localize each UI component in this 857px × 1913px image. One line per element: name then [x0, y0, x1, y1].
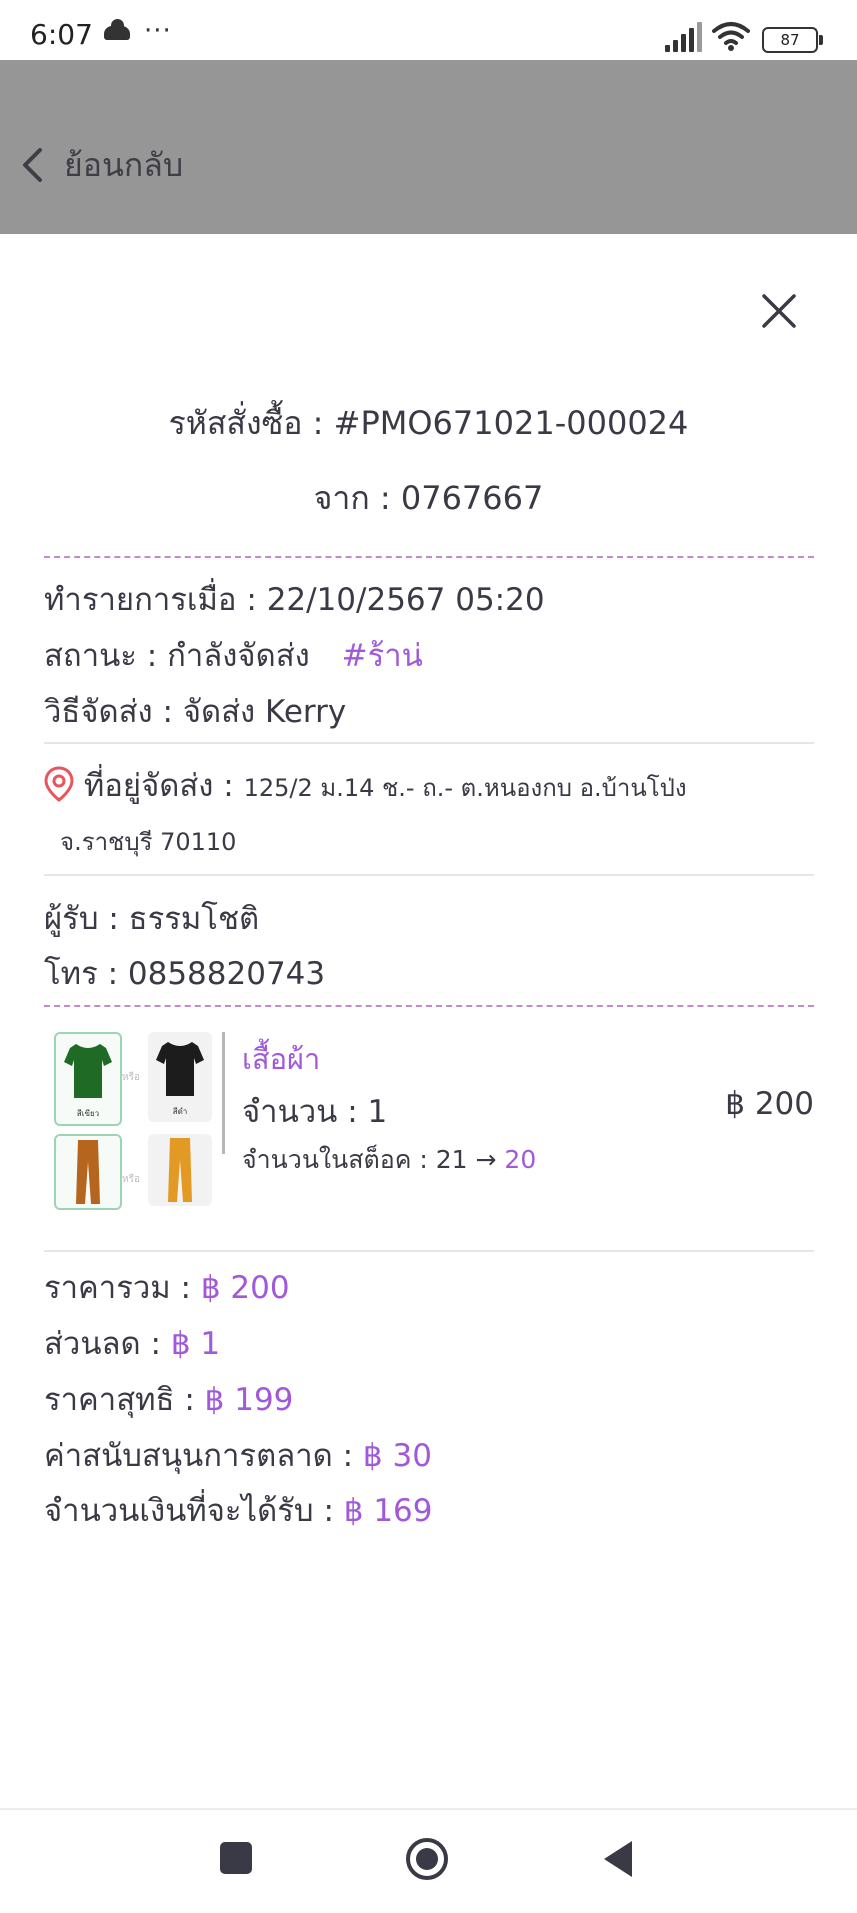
or-text: หรือ	[122, 1174, 140, 1185]
address-label: ที่อยู่จัดส่ง :	[83, 768, 234, 804]
more-dots: ···	[144, 16, 172, 46]
divider	[44, 556, 814, 558]
divider	[44, 742, 814, 744]
total-label: ราคารวม :	[44, 1270, 191, 1306]
order-status: สถานะ : กำลังจัดส่ง #ร้าน่	[44, 630, 423, 680]
recipient: ผู้รับ : ธรรมโชติ	[44, 901, 260, 937]
location-pin-icon	[44, 766, 74, 802]
order-from: จาก : 0767667	[313, 479, 544, 517]
back-chevron-icon	[23, 148, 42, 182]
item-stock: จำนวนในสต็อค : 21 → 20	[242, 1140, 536, 1180]
status-tag: #ร้าน่	[341, 638, 423, 674]
signal-icon	[665, 20, 703, 52]
discount-label: ส่วนลด :	[44, 1326, 161, 1362]
order-code: รหัสสั่งซื้อ : #PMO671021-000024	[168, 404, 689, 442]
recipient-phone: โทร : 0858820743	[44, 956, 326, 992]
stock-label: จำนวนในสต็อค : 21 →	[242, 1145, 497, 1174]
divider	[44, 874, 814, 876]
product-thumb-orange-pants[interactable]	[148, 1134, 212, 1206]
order-datetime: ทำรายการเมื่อ : 22/10/2567 05:20	[44, 582, 545, 618]
item-quantity: จำนวน : 1	[242, 1094, 388, 1130]
product-thumb-green-shirt[interactable]: สีเขียว	[54, 1032, 122, 1126]
receive-value: ฿ 169	[343, 1493, 433, 1529]
product-thumb-black-shirt[interactable]: สีดำ	[148, 1032, 212, 1122]
receive-label: จำนวนเงินที่จะได้รับ :	[44, 1493, 334, 1529]
nav-back-icon[interactable]	[600, 1838, 636, 1880]
marketing-label: ค่าสนับสนุนการตลาด :	[44, 1438, 354, 1474]
thumb-caption: สีเขียว	[76, 1109, 100, 1118]
status-text: สถานะ : กำลังจัดส่ง	[44, 638, 310, 674]
status-time: 6:07	[30, 18, 93, 51]
net-label: ราคาสุทธิ :	[44, 1382, 195, 1418]
divider	[44, 1250, 814, 1252]
summary-receive: จำนวนเงินที่จะได้รับ : ฿ 169	[44, 1485, 433, 1535]
nav-square-icon[interactable]	[218, 1840, 254, 1876]
shipping-address: ที่อยู่จัดส่ง : 125/2 ม.14 ช.- ถ.- ต.หนอ…	[44, 760, 687, 810]
marketing-value: ฿ 30	[362, 1438, 432, 1474]
divider	[44, 1005, 814, 1007]
product-thumb-brown-pants[interactable]	[54, 1134, 122, 1210]
stock-new-value: 20	[504, 1145, 537, 1174]
summary-marketing: ค่าสนับสนุนการตลาด : ฿ 30	[44, 1430, 432, 1480]
discount-value: ฿ 1	[170, 1326, 221, 1362]
close-icon[interactable]	[758, 290, 800, 332]
battery-icon: 87	[762, 27, 823, 53]
summary-total: ราคารวม : ฿ 200	[44, 1262, 290, 1312]
back-label: ย้อนกลับ	[64, 145, 184, 184]
item-price: ฿ 200	[725, 1086, 814, 1122]
net-value: ฿ 199	[204, 1382, 294, 1418]
address-part2: จ.ราชบุรี 70110	[60, 828, 237, 856]
thumb-caption: สีดำ	[172, 1107, 188, 1116]
wifi-icon	[712, 22, 750, 51]
cloud-icon	[104, 19, 130, 40]
total-value: ฿ 200	[200, 1270, 290, 1306]
status-bar: 6:07 ··· 87	[0, 0, 857, 60]
or-text: หรือ	[122, 1072, 140, 1083]
summary-net: ราคาสุทธิ : ฿ 199	[44, 1374, 293, 1424]
shipping-method: วิธีจัดส่ง : จัดส่ง Kerry	[44, 694, 347, 730]
system-nav-bar	[0, 1808, 857, 1913]
address-part1: 125/2 ม.14 ช.- ถ.- ต.หนองกบ อ.บ้านโป่ง	[243, 774, 687, 802]
summary-discount: ส่วนลด : ฿ 1	[44, 1318, 220, 1368]
nav-home-icon[interactable]	[404, 1836, 450, 1882]
back-button[interactable]: ย้อนกลับ	[20, 125, 183, 205]
item-name: เสื้อผ้า	[242, 1042, 321, 1076]
item-separator	[222, 1032, 225, 1154]
